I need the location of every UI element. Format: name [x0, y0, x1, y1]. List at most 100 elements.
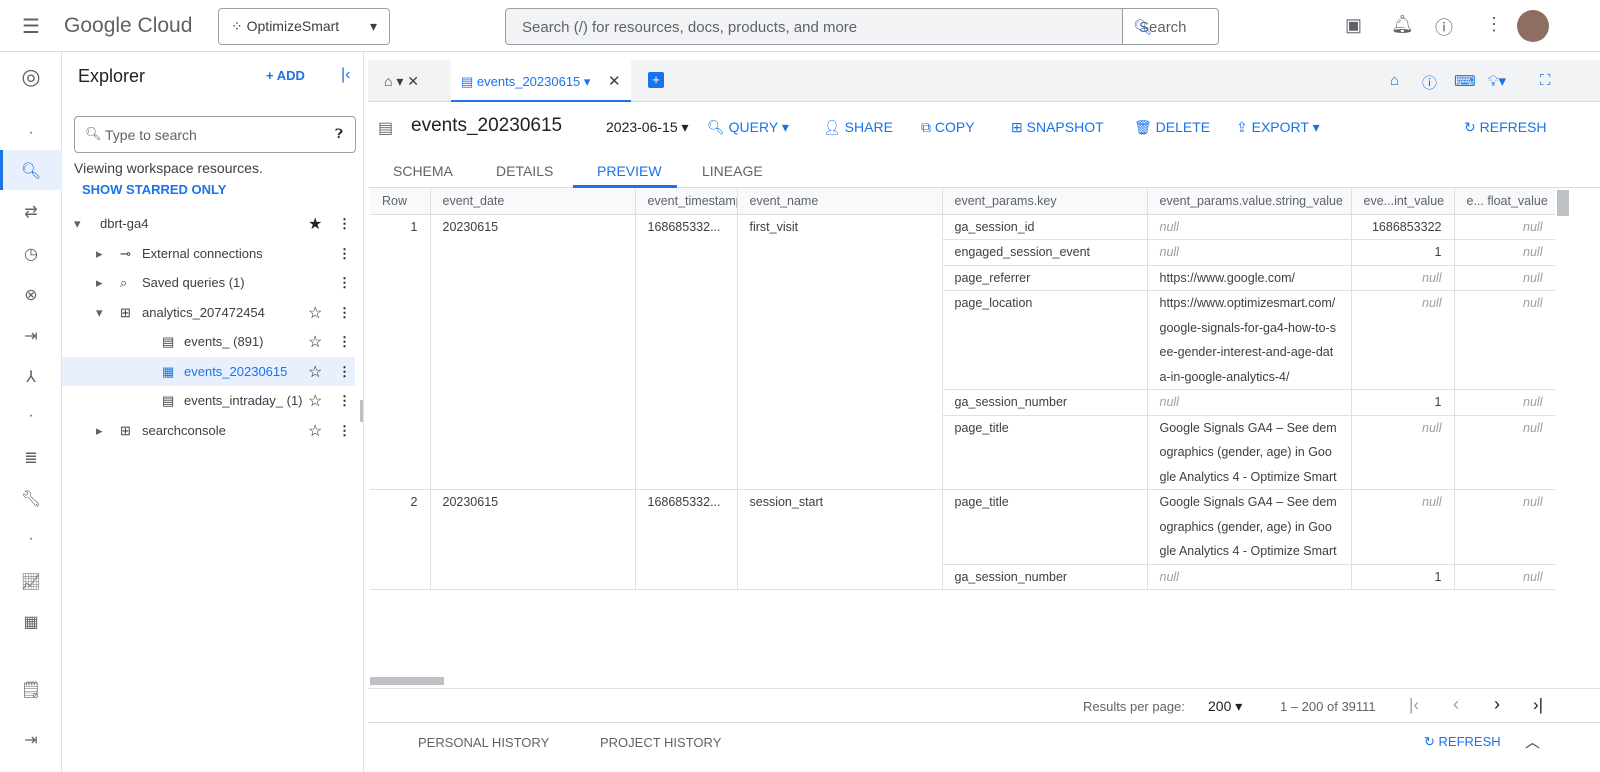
cell-param[interactable]: null — [1454, 415, 1555, 490]
add-button[interactable]: + ADD — [266, 68, 305, 83]
cell-param[interactable]: null — [1147, 390, 1351, 416]
rail-explorer[interactable]: 🔍︎ — [0, 150, 62, 190]
column-header[interactable]: event_params.value.string_value — [1147, 188, 1351, 214]
fullscreen-icon[interactable]: ⛶ — [1540, 72, 1551, 89]
column-header[interactable]: event_name — [737, 188, 942, 214]
tree-node[interactable]: ▸⊞searchconsole☆⋮ — [62, 416, 355, 445]
cell-param[interactable]: 1 — [1351, 564, 1454, 590]
tab-project-history[interactable]: PROJECT HISTORY — [600, 735, 721, 750]
cell-param[interactable]: 1686853322 — [1351, 214, 1454, 240]
more-actions-icon[interactable]: ⋮ — [338, 393, 351, 409]
cell-param[interactable]: page_location — [942, 291, 1147, 390]
next-page-icon[interactable]: › — [1494, 694, 1500, 715]
cell-param[interactable]: page_referrer — [942, 265, 1147, 291]
cell-param[interactable]: https://www.google.com/ — [1147, 265, 1351, 291]
cell-param[interactable]: 1 — [1351, 240, 1454, 266]
collapse-panel-icon[interactable]: |‹ — [341, 66, 350, 84]
more-actions-icon[interactable]: ⋮ — [338, 246, 351, 262]
cell-param[interactable]: null — [1147, 240, 1351, 266]
cell-name[interactable]: first_visit — [737, 214, 942, 490]
wrench-icon[interactable]: 🔧︎ — [0, 489, 62, 509]
more-actions-icon[interactable]: ⋮ — [338, 275, 351, 291]
column-header[interactable]: event_date — [430, 188, 635, 214]
help-icon[interactable]: ❓︎ — [335, 126, 343, 142]
cell-param[interactable]: Google Signals GA4 – See demographics (g… — [1147, 415, 1351, 490]
tab-events-20230615[interactable]: ▤ events_20230615 ▾ ✕ — [451, 60, 631, 102]
star-icon[interactable]: ☆ — [308, 391, 322, 411]
cell-param[interactable]: page_title — [942, 415, 1147, 490]
explorer-search-input[interactable]: 🔍︎ Type to search ❓︎ — [74, 116, 356, 153]
search-input[interactable]: Search (/) for resources, docs, products… — [505, 8, 1219, 45]
column-header[interactable]: event_timestamp — [635, 188, 737, 214]
more-actions-icon[interactable]: ⋮ — [338, 423, 351, 439]
vertical-scrollbar[interactable] — [1557, 190, 1569, 216]
cell-param[interactable]: null — [1351, 415, 1454, 490]
cell-date[interactable]: 20230615 — [430, 490, 635, 590]
column-header[interactable]: eve...int_value — [1351, 188, 1454, 214]
tab-personal-history[interactable]: PERSONAL HISTORY — [418, 735, 549, 750]
tree-node[interactable]: ▸⊸External connections⋮ — [62, 239, 355, 268]
more-actions-icon[interactable]: ⋮ — [338, 334, 351, 350]
expand-arrow-icon[interactable]: ▸ — [96, 275, 103, 291]
menu-icon[interactable]: ☰ — [22, 14, 40, 39]
star-icon[interactable]: ☆ — [308, 421, 322, 441]
google-cloud-logo[interactable]: Google Cloud — [64, 14, 192, 38]
copy-button[interactable]: ⧉ COPY — [921, 119, 975, 136]
star-icon[interactable]: ★ — [308, 214, 322, 234]
tree-node[interactable]: ▦events_20230615☆⋮ — [62, 357, 355, 386]
more-actions-icon[interactable]: ⋮ — [338, 216, 351, 232]
cell-param[interactable]: ga_session_id — [942, 214, 1147, 240]
cell-param[interactable]: null — [1454, 564, 1555, 590]
refresh-button[interactable]: ↻ REFRESH — [1464, 119, 1547, 136]
column-header[interactable]: event_params.key — [942, 188, 1147, 214]
lineage-icon[interactable]: ⅄ — [0, 367, 62, 387]
per-page-select[interactable]: 200 ▾ — [1208, 698, 1242, 715]
home-tab[interactable]: ⌂ ▾ ✕ — [384, 73, 419, 90]
scheduled-icon[interactable]: ◷ — [0, 244, 62, 264]
export-button[interactable]: ⇪ EXPORT ▾ — [1236, 119, 1320, 136]
tab-lineage[interactable]: LINEAGE — [702, 163, 763, 179]
more-icon[interactable]: ⋮ — [1485, 14, 1503, 35]
cloud-shell-icon[interactable]: ▣ — [1345, 15, 1362, 36]
prev-page-icon[interactable]: ‹ — [1453, 694, 1459, 715]
last-page-icon[interactable]: ›| — [1533, 695, 1543, 715]
date-picker[interactable]: 2023-06-15 ▾ — [606, 119, 689, 136]
tree-node[interactable]: ▾dbrt-ga4★⋮ — [62, 209, 355, 238]
notifications-icon[interactable]: 🔔︎ — [1391, 14, 1414, 35]
cell-param[interactable]: null — [1454, 490, 1555, 565]
tab-details[interactable]: DETAILS — [496, 163, 553, 179]
tips-icon[interactable]: 💡︎▾ — [1488, 72, 1506, 90]
chevron-up-icon[interactable]: ︿ — [1525, 731, 1540, 752]
delete-button[interactable]: 🗑︎ DELETE — [1134, 119, 1210, 136]
home-icon[interactable]: ⌂ — [1390, 72, 1399, 89]
cell-param[interactable]: engaged_session_event — [942, 240, 1147, 266]
cell-param[interactable]: null — [1454, 291, 1555, 390]
info-icon[interactable]: ⓘ — [1422, 72, 1437, 93]
transfers-icon[interactable]: ⇄ — [0, 202, 62, 222]
cell-param[interactable]: null — [1454, 265, 1555, 291]
tab-schema[interactable]: SCHEMA — [393, 163, 453, 179]
more-actions-icon[interactable]: ⋮ — [338, 305, 351, 321]
cell-param[interactable]: page_title — [942, 490, 1147, 565]
release-notes-icon[interactable]: 🗒︎ — [0, 680, 62, 700]
cell-ts[interactable]: 168685332... — [635, 490, 737, 590]
cell-ts[interactable]: 168685332... — [635, 214, 737, 490]
capacity-icon[interactable]: ▦ — [0, 612, 62, 632]
monitoring-icon[interactable]: 📈︎ — [0, 572, 62, 592]
history-refresh-button[interactable]: ↻ REFRESH — [1424, 734, 1501, 750]
cell-param[interactable]: null — [1351, 490, 1454, 565]
expand-rail-icon[interactable]: ⇥ — [0, 730, 62, 750]
project-picker[interactable]: ⁘ OptimizeSmart▾ — [218, 8, 390, 45]
column-header[interactable]: e... float_value — [1454, 188, 1555, 214]
close-tab-icon[interactable]: ✕ — [608, 72, 621, 90]
expand-arrow-icon[interactable]: ▸ — [96, 246, 103, 262]
tab-preview[interactable]: PREVIEW — [597, 163, 662, 179]
panel-resize-handle[interactable] — [360, 400, 363, 422]
search-button[interactable]: 🔍︎ Search — [1122, 9, 1218, 44]
tree-node[interactable]: ▸⌕Saved queries (1)⋮ — [62, 268, 355, 297]
new-tab-icon[interactable]: + — [648, 72, 664, 88]
star-icon[interactable]: ☆ — [308, 303, 322, 323]
snapshot-button[interactable]: ⊞ SNAPSHOT — [1011, 119, 1104, 136]
cell-param[interactable]: null — [1454, 240, 1555, 266]
cell-param[interactable]: null — [1147, 564, 1351, 590]
